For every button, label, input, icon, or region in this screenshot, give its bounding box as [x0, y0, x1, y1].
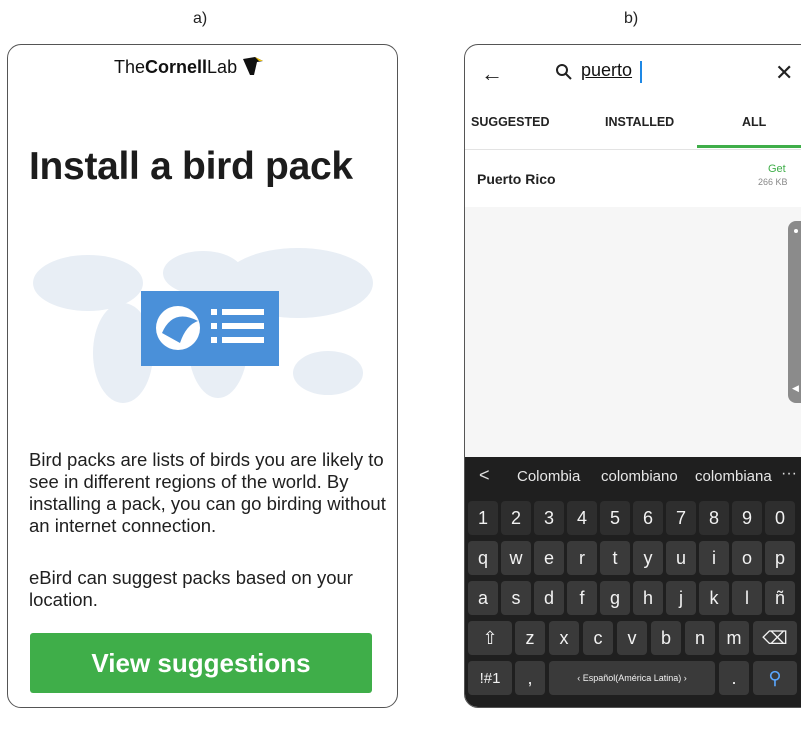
tab-all[interactable]: ALL — [742, 115, 766, 129]
tab-suggested[interactable]: SUGGESTED — [471, 115, 550, 129]
key-3[interactable]: 3 — [534, 501, 564, 535]
tab-bar: SUGGESTED INSTALLED ALL — [465, 103, 801, 150]
key-n-tilde[interactable]: ñ — [765, 581, 795, 615]
suggestion-strip: < Colombia colombiano colombiana ··· — [465, 457, 801, 497]
key-1[interactable]: 1 — [468, 501, 498, 535]
key-f[interactable]: f — [567, 581, 597, 615]
bird-pack-icon — [141, 291, 279, 366]
tab-selected-indicator — [697, 145, 801, 148]
volume-panel-handle[interactable]: ◀ — [788, 221, 801, 403]
panel-label-a: a) — [193, 10, 208, 27]
logo-the: The — [114, 56, 146, 77]
get-button[interactable]: Get — [768, 163, 786, 175]
key-s[interactable]: s — [501, 581, 531, 615]
key-l[interactable]: l — [732, 581, 762, 615]
search-key-icon[interactable]: ⚲ — [753, 661, 797, 695]
key-j[interactable]: j — [666, 581, 696, 615]
text-cursor — [640, 61, 642, 83]
suggestion-item[interactable]: colombiano — [601, 468, 678, 485]
key-4[interactable]: 4 — [567, 501, 597, 535]
key-h[interactable]: h — [633, 581, 663, 615]
key-q[interactable]: q — [468, 541, 498, 575]
key-r[interactable]: r — [567, 541, 597, 575]
key-n[interactable]: n — [685, 621, 715, 655]
cornell-lab-logo: The Cornell Lab — [114, 55, 265, 79]
key-b[interactable]: b — [651, 621, 681, 655]
key-6[interactable]: 6 — [633, 501, 663, 535]
backspace-key[interactable]: ⌫ — [753, 621, 797, 655]
key-x[interactable]: x — [549, 621, 579, 655]
key-u[interactable]: u — [666, 541, 696, 575]
key-t[interactable]: t — [600, 541, 630, 575]
logo-lab: Lab — [207, 56, 238, 77]
more-options-icon[interactable]: ··· — [781, 465, 797, 483]
space-key[interactable]: ‹ Español(América Latina) › — [549, 661, 715, 695]
key-i[interactable]: i — [699, 541, 729, 575]
world-map-illustration — [33, 248, 373, 403]
phone-screen-b: ← ✕ SUGGESTED INSTALLED ALL Puerto Rico … — [464, 44, 801, 708]
speaker-icon: ◀ — [792, 383, 799, 393]
search-bar: ← ✕ — [465, 45, 801, 103]
key-v[interactable]: v — [617, 621, 647, 655]
view-suggestions-button[interactable]: View suggestions — [30, 633, 372, 693]
logo-cornell: Cornell — [145, 56, 208, 77]
symbols-key[interactable]: !#1 — [468, 661, 512, 695]
key-7[interactable]: 7 — [666, 501, 696, 535]
chevron-left-icon[interactable]: < — [479, 465, 490, 486]
key-p[interactable]: p — [765, 541, 795, 575]
key-z[interactable]: z — [515, 621, 545, 655]
panel-label-b: b) — [624, 10, 639, 27]
key-g[interactable]: g — [600, 581, 630, 615]
search-icon — [556, 64, 572, 80]
key-2[interactable]: 2 — [501, 501, 531, 535]
pack-size: 266 KB — [758, 177, 788, 187]
key-y[interactable]: y — [633, 541, 663, 575]
bird-logo-icon — [243, 57, 264, 75]
phone-screen-a: The Cornell Lab Install a bird pack Bird… — [7, 44, 398, 708]
suggestion-item[interactable]: Colombia — [517, 468, 580, 485]
page-title: Install a bird pack — [29, 145, 353, 188]
key-9[interactable]: 9 — [732, 501, 762, 535]
key-0[interactable]: 0 — [765, 501, 795, 535]
menu-dot-icon — [794, 229, 798, 233]
results-area — [465, 207, 801, 457]
on-screen-keyboard: < Colombia colombiano colombiana ··· 1 2… — [465, 457, 801, 707]
key-e[interactable]: e — [534, 541, 564, 575]
bird-pack-description: Bird packs are lists of birds you are li… — [29, 449, 386, 536]
pack-name: Puerto Rico — [477, 171, 556, 187]
key-o[interactable]: o — [732, 541, 762, 575]
key-d[interactable]: d — [534, 581, 564, 615]
arrow-left-icon[interactable]: ← — [481, 61, 503, 87]
key-a[interactable]: a — [468, 581, 498, 615]
key-k[interactable]: k — [699, 581, 729, 615]
key-8[interactable]: 8 — [699, 501, 729, 535]
tab-installed[interactable]: INSTALLED — [605, 115, 674, 129]
key-w[interactable]: w — [501, 541, 531, 575]
period-key[interactable]: . — [719, 661, 749, 695]
key-5[interactable]: 5 — [600, 501, 630, 535]
suggestion-note: eBird can suggest packs based on your lo… — [29, 567, 353, 610]
suggestion-item[interactable]: colombiana — [695, 468, 772, 485]
list-item[interactable]: Puerto Rico Get 266 KB — [465, 149, 801, 208]
close-icon[interactable]: ✕ — [775, 60, 793, 86]
shift-key[interactable]: ⇧ — [468, 621, 512, 655]
key-m[interactable]: m — [719, 621, 749, 655]
key-c[interactable]: c — [583, 621, 613, 655]
comma-key[interactable]: , — [515, 661, 545, 695]
